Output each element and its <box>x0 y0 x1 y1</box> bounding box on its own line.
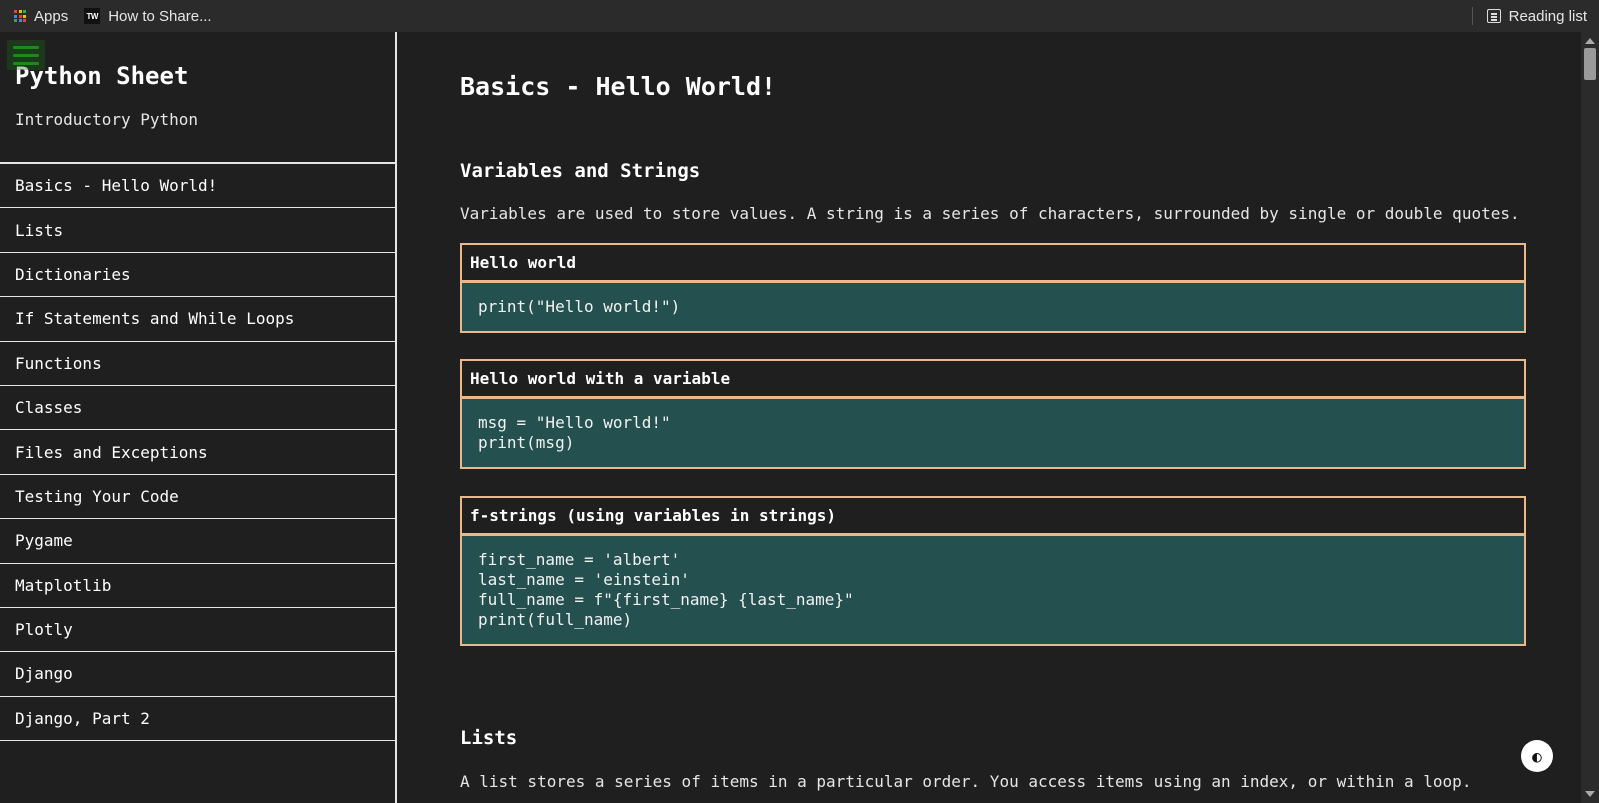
sidebar-item-plotly[interactable]: Plotly <box>0 608 395 653</box>
sidebar-item-lists[interactable]: Lists <box>0 208 395 253</box>
reading-list-label: Reading list <box>1508 7 1587 25</box>
scroll-thumb[interactable] <box>1584 48 1596 80</box>
site-subtitle: Introductory Python <box>15 110 199 129</box>
sidebar-nav: Basics - Hello World! Lists Dictionaries… <box>0 162 395 742</box>
code-block[interactable]: first_name = 'albert' last_name = 'einst… <box>462 536 1524 644</box>
code-card-header: f-strings (using variables in strings) <box>462 498 1524 536</box>
bookmark-how-to-share[interactable]: TW How to Share... <box>76 0 219 32</box>
bookmark-share-label: How to Share... <box>108 7 212 25</box>
page-title: Basics - Hello World! <box>460 72 777 101</box>
theme-toggle-button[interactable]: ◐ <box>1521 740 1553 772</box>
sidebar-item-matplotlib[interactable]: Matplotlib <box>0 564 395 608</box>
code-card-header: Hello world with a variable <box>462 361 1524 399</box>
sidebar-item-classes[interactable]: Classes <box>0 386 395 431</box>
scroll-up-arrow-icon[interactable] <box>1585 38 1595 44</box>
sidebar-item-testing[interactable]: Testing Your Code <box>0 475 395 520</box>
hamburger-menu-icon[interactable] <box>7 40 45 70</box>
code-card-f-strings: f-strings (using variables in strings) f… <box>460 496 1526 646</box>
bookmark-apps[interactable]: Apps <box>0 0 76 32</box>
page-scrollbar[interactable] <box>1581 32 1599 803</box>
sidebar-item-files-exceptions[interactable]: Files and Exceptions <box>0 430 395 475</box>
section-title-variables: Variables and Strings <box>460 160 701 182</box>
contrast-icon: ◐ <box>1532 746 1542 766</box>
bookmark-apps-label: Apps <box>34 7 69 25</box>
reading-list-icon <box>1486 9 1501 23</box>
sidebar-item-basics[interactable]: Basics - Hello World! <box>0 164 395 209</box>
sidebar-item-django[interactable]: Django <box>0 652 395 697</box>
code-block[interactable]: msg = "Hello world!" print(msg) <box>462 399 1524 467</box>
sidebar-item-if-while[interactable]: If Statements and While Loops <box>0 297 395 342</box>
apps-grid-icon <box>14 10 26 22</box>
code-card-hello-world: Hello world print("Hello world!") <box>460 243 1526 333</box>
sidebar-item-pygame[interactable]: Pygame <box>0 519 395 564</box>
reading-list-button[interactable]: Reading list <box>1479 0 1599 32</box>
sidebar: Python Sheet Introductory Python Basics … <box>0 32 397 803</box>
sidebar-item-django-part-2[interactable]: Django, Part 2 <box>0 697 395 742</box>
section-text-variables: Variables are used to store values. A st… <box>460 204 1520 223</box>
scroll-down-arrow-icon[interactable] <box>1585 791 1595 797</box>
section-title-lists: Lists <box>460 727 518 749</box>
code-block[interactable]: print("Hello world!") <box>462 283 1524 331</box>
code-card-hello-world-variable: Hello world with a variable msg = "Hello… <box>460 359 1526 469</box>
section-text-lists: A list stores a series of items in a par… <box>460 772 1472 791</box>
main-content: Basics - Hello World! Variables and Stri… <box>399 32 1581 803</box>
bookmarks-separator <box>1471 7 1473 25</box>
code-card-header: Hello world <box>462 245 1524 283</box>
sidebar-item-functions[interactable]: Functions <box>0 342 395 386</box>
bookmarks-bar: Apps TW How to Share... Reading list <box>0 0 1599 32</box>
sidebar-item-dictionaries[interactable]: Dictionaries <box>0 253 395 298</box>
tw-favicon-icon: TW <box>84 8 101 24</box>
